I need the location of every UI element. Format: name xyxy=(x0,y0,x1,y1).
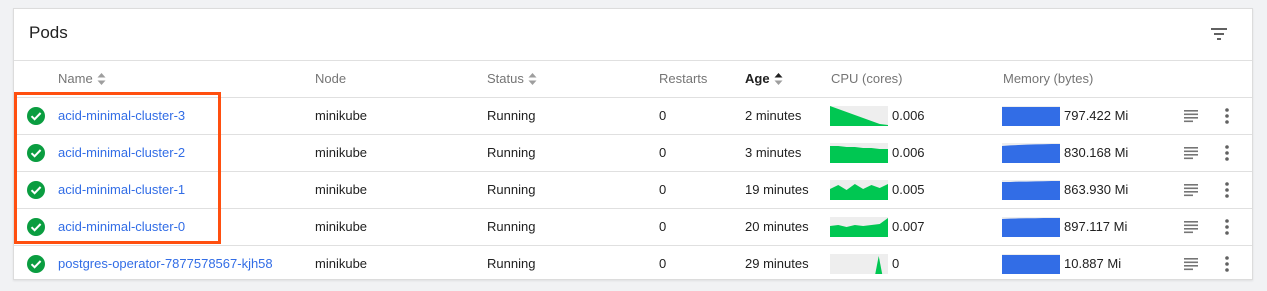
table-row: acid-minimal-cluster-2 minikube Running … xyxy=(14,135,1252,172)
pod-restarts: 0 xyxy=(659,256,667,271)
column-header-age[interactable]: Age xyxy=(745,71,783,88)
cpu-sparkline xyxy=(830,180,888,200)
sort-icon xyxy=(97,73,106,88)
column-header-status-label: Status xyxy=(487,71,524,86)
cpu-value: 0.007 xyxy=(892,219,925,234)
table-row: postgres-operator-7877578567-kjh58 minik… xyxy=(14,246,1252,282)
pod-restarts: 0 xyxy=(659,182,667,197)
cpu-sparkline xyxy=(830,106,888,126)
column-header-status[interactable]: Status xyxy=(487,71,537,88)
memory-value: 797.422 Mi xyxy=(1064,108,1129,123)
pod-age: 20 minutes xyxy=(745,219,809,234)
sort-ascending-icon xyxy=(774,73,783,88)
pod-name-link[interactable]: acid-minimal-cluster-3 xyxy=(58,108,185,123)
cpu-sparkline xyxy=(830,217,888,237)
column-header-restarts: Restarts xyxy=(659,71,708,86)
more-vert-icon[interactable] xyxy=(1220,144,1234,162)
pod-name-link[interactable]: acid-minimal-cluster-0 xyxy=(58,219,185,234)
column-header-node: Node xyxy=(315,71,347,86)
more-vert-icon[interactable] xyxy=(1220,181,1234,199)
more-vert-icon[interactable] xyxy=(1220,218,1234,236)
filter-list-icon[interactable] xyxy=(1208,23,1230,45)
check-circle-icon xyxy=(26,106,46,126)
pod-status: Running xyxy=(487,219,536,234)
pod-age: 3 minutes xyxy=(745,145,802,160)
cpu-value: 0.006 xyxy=(892,108,925,123)
pod-restarts: 0 xyxy=(659,108,667,123)
pod-age: 29 minutes xyxy=(745,256,809,271)
memory-value: 863.930 Mi xyxy=(1064,182,1129,197)
check-circle-icon xyxy=(26,217,46,237)
memory-sparkline xyxy=(1002,217,1060,237)
memory-sparkline xyxy=(1002,106,1060,126)
logs-icon[interactable] xyxy=(1182,107,1200,125)
cpu-value: 0 xyxy=(892,256,900,271)
more-vert-icon[interactable] xyxy=(1220,255,1234,273)
table-header: Name Node Status Restarts Age CPU (cores… xyxy=(14,61,1252,98)
pod-name-link[interactable]: postgres-operator-7877578567-kjh58 xyxy=(58,256,273,271)
column-header-cpu: CPU (cores) xyxy=(831,71,903,86)
table-row: acid-minimal-cluster-0 minikube Running … xyxy=(14,209,1252,246)
column-header-name[interactable]: Name xyxy=(58,71,106,88)
column-header-age-label: Age xyxy=(745,71,770,86)
pods-card: Pods Name Node Status Restarts Age CPU (… xyxy=(13,8,1253,280)
memory-sparkline xyxy=(1002,143,1060,163)
cpu-sparkline xyxy=(830,254,888,274)
check-circle-icon xyxy=(26,180,46,200)
card-header: Pods xyxy=(14,9,1252,61)
cpu-sparkline xyxy=(830,143,888,163)
column-header-memory: Memory (bytes) xyxy=(1003,71,1094,86)
check-circle-icon xyxy=(26,254,46,274)
pod-node: minikube xyxy=(315,182,368,197)
sort-icon xyxy=(528,73,537,88)
table-row: acid-minimal-cluster-3 minikube Running … xyxy=(14,98,1252,135)
pod-age: 2 minutes xyxy=(745,108,802,123)
column-header-name-label: Name xyxy=(58,71,93,86)
pod-status: Running xyxy=(487,256,536,271)
logs-icon[interactable] xyxy=(1182,144,1200,162)
memory-value: 897.117 Mi xyxy=(1064,219,1128,234)
logs-icon[interactable] xyxy=(1182,218,1200,236)
cpu-value: 0.006 xyxy=(892,145,925,160)
pod-status: Running xyxy=(487,182,536,197)
logs-icon[interactable] xyxy=(1182,181,1200,199)
pod-node: minikube xyxy=(315,256,368,271)
card-title: Pods xyxy=(29,23,68,42)
pod-restarts: 0 xyxy=(659,219,667,234)
memory-sparkline xyxy=(1002,254,1060,274)
pod-restarts: 0 xyxy=(659,145,667,160)
pod-name-link[interactable]: acid-minimal-cluster-2 xyxy=(58,145,185,160)
table-row: acid-minimal-cluster-1 minikube Running … xyxy=(14,172,1252,209)
memory-sparkline xyxy=(1002,180,1060,200)
pod-age: 19 minutes xyxy=(745,182,809,197)
check-circle-icon xyxy=(26,143,46,163)
pod-status: Running xyxy=(487,108,536,123)
memory-value: 830.168 Mi xyxy=(1064,145,1129,160)
pod-node: minikube xyxy=(315,219,368,234)
logs-icon[interactable] xyxy=(1182,255,1200,273)
pod-status: Running xyxy=(487,145,536,160)
more-vert-icon[interactable] xyxy=(1220,107,1234,125)
memory-value: 10.887 Mi xyxy=(1064,256,1122,271)
cpu-value: 0.005 xyxy=(892,182,925,197)
pod-node: minikube xyxy=(315,108,368,123)
pod-node: minikube xyxy=(315,145,368,160)
pod-name-link[interactable]: acid-minimal-cluster-1 xyxy=(58,182,185,197)
